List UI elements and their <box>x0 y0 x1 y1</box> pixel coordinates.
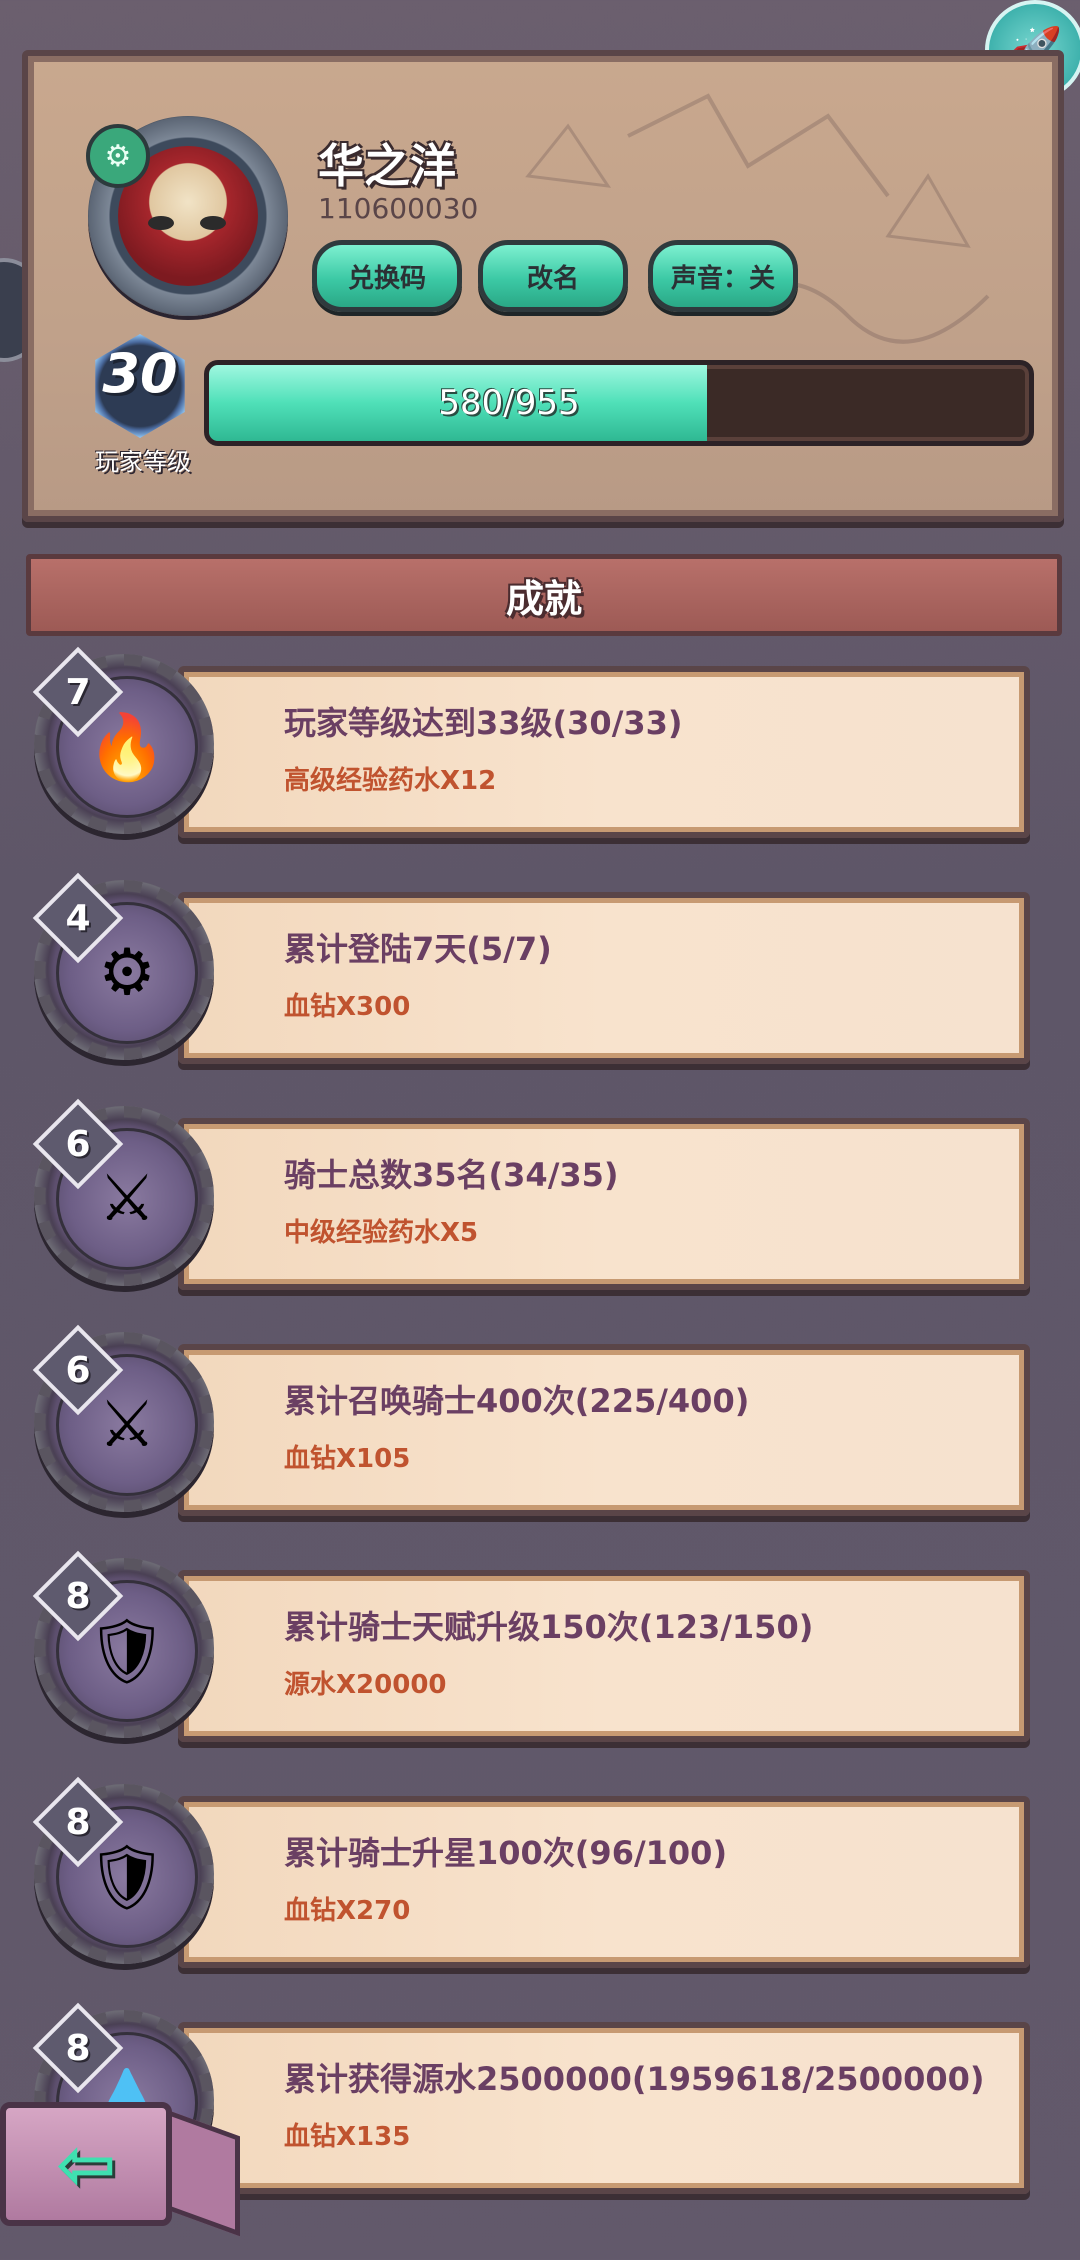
achievement-badge-number: 6 <box>65 1123 91 1165</box>
achievement-reward: 源水X20000 <box>284 1670 447 1700</box>
achievement-badge-number: 4 <box>65 897 91 939</box>
achievement-medal: 🛡 8 <box>32 1776 214 1964</box>
achievement-reward: 中级经验药水X5 <box>284 1218 479 1248</box>
achievement-card: 玩家等级达到33级(30/33) 高级经验药水X12 <box>178 666 1030 838</box>
sound-toggle-button[interactable]: 声音：关 <box>648 240 798 312</box>
achievement-card: 累计召唤骑士400次(225/400) 血钻X105 <box>178 1344 1030 1516</box>
achievement-card: 累计获得源水2500000(1959618/2500000) 血钻X135 <box>178 2022 1030 2194</box>
achievement-row[interactable]: 累计登陆7天(5/7) 血钻X300 ⚙ 4 <box>28 872 1040 1064</box>
settings-button[interactable]: ⚙ <box>86 124 150 188</box>
player-level-badge: 30 玩家等级 <box>68 324 208 476</box>
achievement-card: 累计登陆7天(5/7) 血钻X300 <box>178 892 1030 1064</box>
achievement-title: 累计获得源水2500000(1959618/2500000) <box>284 2060 985 2098</box>
achievement-badge-number: 8 <box>65 1575 91 1617</box>
achievement-card: 累计骑士天赋升级150次(123/150) 源水X20000 <box>178 1570 1030 1742</box>
achievement-title: 累计骑士升星100次(96/100) <box>284 1834 728 1872</box>
achievement-card: 骑士总数35名(34/35) 中级经验药水X5 <box>178 1118 1030 1290</box>
back-arrow-icon: ⇦ <box>55 2122 117 2206</box>
achievement-title: 骑士总数35名(34/35) <box>284 1156 619 1194</box>
achievement-badge-number: 6 <box>65 1349 91 1391</box>
achievement-card: 累计骑士升星100次(96/100) 血钻X270 <box>178 1796 1030 1968</box>
achievement-medal: ⚙ 4 <box>32 872 214 1060</box>
achievement-reward: 血钻X135 <box>284 2122 411 2152</box>
achievement-reward: 高级经验药水X12 <box>284 766 497 796</box>
achievement-badge-number: 7 <box>65 671 91 713</box>
avatar-eye <box>148 216 174 230</box>
achievement-title: 累计登陆7天(5/7) <box>284 930 552 968</box>
achievement-reward: 血钻X270 <box>284 1896 411 1926</box>
profile-panel: ⚙ 华之洋 110600030 兑换码 改名 声音：关 580/955 30 玩… <box>22 50 1064 522</box>
achievement-row[interactable]: 玩家等级达到33级(30/33) 高级经验药水X12 🔥 7 <box>28 646 1040 838</box>
back-button[interactable]: ⇦ <box>0 2102 172 2226</box>
xp-progress-bar: 580/955 <box>204 360 1034 446</box>
rename-button[interactable]: 改名 <box>478 240 628 312</box>
gear-icon: ⚙ <box>104 138 132 174</box>
achievement-reward: 血钻X300 <box>284 992 411 1022</box>
achievement-title: 玩家等级达到33级(30/33) <box>284 704 683 742</box>
xp-progress-text: 580/955 <box>438 383 580 423</box>
achievement-medal: 🔥 7 <box>32 646 214 834</box>
achievement-reward: 血钻X105 <box>284 1444 411 1474</box>
avatar[interactable]: ⚙ <box>86 116 288 316</box>
achievement-title: 累计骑士天赋升级150次(123/150) <box>284 1608 814 1646</box>
achievement-row[interactable]: 累计骑士升星100次(96/100) 血钻X270 🛡 8 <box>28 1776 1040 1968</box>
avatar-eye <box>200 216 226 230</box>
achievement-row[interactable]: 骑士总数35名(34/35) 中级经验药水X5 ⚔ 6 <box>28 1098 1040 1290</box>
achievement-row[interactable]: 累计骑士天赋升级150次(123/150) 源水X20000 🛡 8 <box>28 1550 1040 1742</box>
achievement-medal: ⚔ 6 <box>32 1098 214 1286</box>
achievement-medal: ⚔ 6 <box>32 1324 214 1512</box>
player-level-label: 玩家等级 <box>95 448 191 476</box>
achievement-badge-number: 8 <box>65 1801 91 1843</box>
achievements-header: 成就 <box>26 554 1062 636</box>
user-id: 110600030 <box>318 192 479 225</box>
player-level: 30 <box>102 342 178 405</box>
achievement-badge-number: 8 <box>65 2027 91 2069</box>
achievement-row[interactable]: 累计召唤骑士400次(225/400) 血钻X105 ⚔ 6 <box>28 1324 1040 1516</box>
redeem-code-button[interactable]: 兑换码 <box>312 240 462 312</box>
achievement-title: 累计召唤骑士400次(225/400) <box>284 1382 750 1420</box>
achievement-medal: 🛡 8 <box>32 1550 214 1738</box>
username: 华之洋 <box>318 139 456 193</box>
